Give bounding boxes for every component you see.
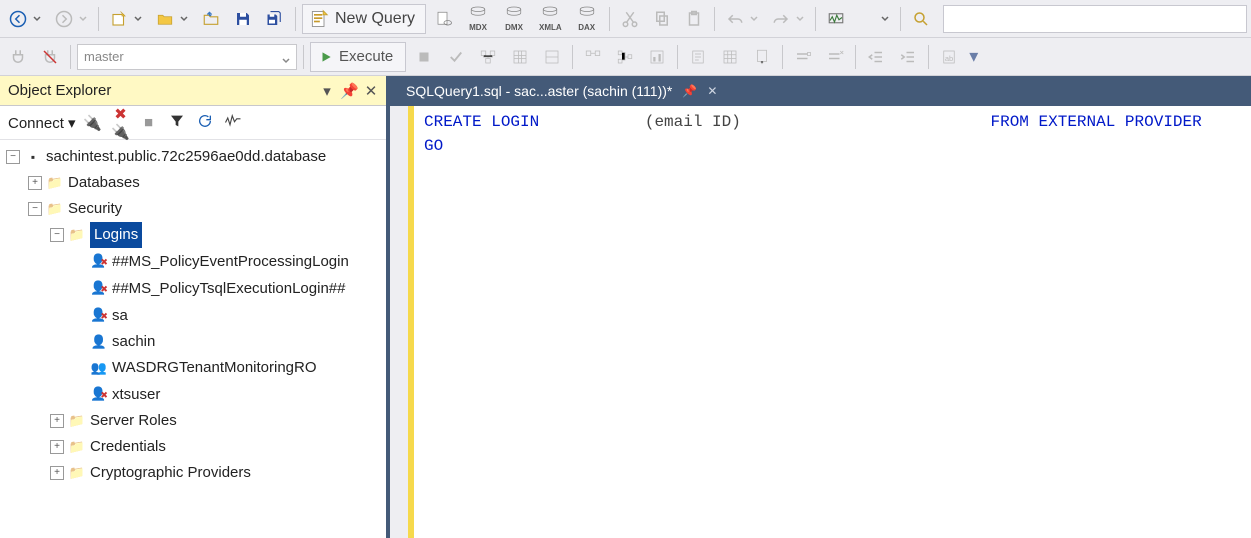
tree-crypto-node[interactable]: + Cryptographic Providers <box>6 460 386 486</box>
quick-launch-search[interactable] <box>943 5 1247 33</box>
editor-tab-title: SQLQuery1.sql - sac...aster (sachin (111… <box>406 83 672 99</box>
plan-icon[interactable] <box>474 43 502 71</box>
mdx-query-button[interactable]: MDX <box>462 5 494 33</box>
xmla-query-button[interactable]: XMLA <box>534 5 567 33</box>
dmx-query-button[interactable]: DMX <box>498 5 530 33</box>
comment-icon[interactable] <box>789 43 817 71</box>
database-combo[interactable]: master <box>77 44 297 70</box>
activity-monitor-button[interactable] <box>822 5 850 33</box>
sql-editor[interactable]: CREATE LOGIN (email ID) FROM EXTERNAL PR… <box>390 106 1251 538</box>
stop-button[interactable] <box>410 43 438 71</box>
tree-login-item[interactable]: 👤✖ ##MS_PolicyTsqlExecutionLogin## <box>6 275 386 302</box>
paste-button[interactable] <box>680 5 708 33</box>
qtype-label: DAX <box>578 23 595 32</box>
parse-button[interactable] <box>442 43 470 71</box>
sql-code[interactable]: CREATE LOGIN (email ID) FROM EXTERNAL PR… <box>408 106 1251 162</box>
pin-icon[interactable]: 📌 <box>340 82 358 100</box>
svg-text:ab: ab <box>945 53 953 62</box>
editor-tab[interactable]: SQLQuery1.sql - sac...aster (sachin (111… <box>396 76 727 106</box>
find-icon[interactable] <box>907 5 935 33</box>
undo-button[interactable] <box>721 5 763 33</box>
open-folder-button[interactable] <box>197 5 225 33</box>
nav-back-button[interactable] <box>4 5 46 33</box>
filter-icon[interactable] <box>166 113 188 133</box>
object-explorer-title: Object Explorer <box>8 82 111 99</box>
disconnect-plug-icon[interactable]: ✖🔌 <box>110 105 132 141</box>
nav-forward-button[interactable] <box>50 5 92 33</box>
new-query-label: New Query <box>335 10 415 28</box>
sql-editor-toolbar: master Execute ab ▾ <box>0 38 1251 76</box>
dax-query-button[interactable]: DAX <box>571 5 603 33</box>
save-button[interactable] <box>229 5 257 33</box>
redo-button[interactable] <box>767 5 809 33</box>
target-combo[interactable] <box>854 5 894 33</box>
tree-login-item[interactable]: 👤✖ xtsuser <box>6 381 386 408</box>
results-pane-icon[interactable] <box>538 43 566 71</box>
object-explorer-tree[interactable]: − sachintest.public.72c2596ae0dd.databas… <box>0 140 386 538</box>
indent-icon[interactable] <box>894 43 922 71</box>
outdent-icon[interactable] <box>862 43 890 71</box>
tree-security-node[interactable]: − Security <box>6 196 386 222</box>
uncomment-icon[interactable] <box>821 43 849 71</box>
file-results-icon[interactable] <box>748 43 776 71</box>
close-icon[interactable]: ✕ <box>707 84 717 98</box>
window-position-icon[interactable]: ▾ <box>318 82 336 100</box>
disconnect-plug-icon[interactable] <box>36 43 64 71</box>
qtype-label: DMX <box>505 23 523 32</box>
new-project-button[interactable] <box>105 5 147 33</box>
grid-results-icon[interactable] <box>716 43 744 71</box>
execute-label: Execute <box>339 48 393 65</box>
grid-icon[interactable] <box>506 43 534 71</box>
tree-login-item[interactable]: 👤 sachin <box>6 329 386 355</box>
refresh-icon[interactable] <box>194 113 216 133</box>
stop-square-icon[interactable]: ■ <box>138 114 160 131</box>
connect-plug-icon[interactable]: 🔌 <box>82 114 104 132</box>
execute-button[interactable]: Execute <box>310 42 406 72</box>
activity-icon[interactable] <box>222 114 244 132</box>
tree-login-item[interactable]: 👤✖ sa <box>6 302 386 329</box>
pin-icon[interactable]: 📌 <box>682 84 697 98</box>
tree-databases-node[interactable]: + Databases <box>6 170 386 196</box>
script-as-button[interactable] <box>430 5 458 33</box>
connect-dropdown[interactable]: Connect ▾ <box>8 114 76 132</box>
close-icon[interactable]: ✕ <box>362 82 380 100</box>
editor-tabstrip: SQLQuery1.sql - sac...aster (sachin (111… <box>390 76 1251 106</box>
plan2-icon[interactable] <box>579 43 607 71</box>
tree-server-roles-node[interactable]: + Server Roles <box>6 408 386 434</box>
qtype-label: XMLA <box>539 23 562 32</box>
save-all-button[interactable] <box>261 5 289 33</box>
plan3-icon[interactable] <box>611 43 639 71</box>
tree-login-item[interactable]: 👤✖ ##MS_PolicyEventProcessingLogin <box>6 248 386 275</box>
stats-icon[interactable] <box>643 43 671 71</box>
database-combo-value: master <box>84 49 124 64</box>
tree-credentials-node[interactable]: + Credentials <box>6 434 386 460</box>
new-query-button[interactable]: New Query <box>302 4 426 34</box>
object-explorer-toolbar: Connect ▾ 🔌 ✖🔌 ■ <box>0 106 386 140</box>
object-explorer-titlebar: Object Explorer ▾ 📌 ✕ <box>0 76 386 106</box>
object-explorer-panel: Object Explorer ▾ 📌 ✕ Connect ▾ 🔌 ✖🔌 ■ −… <box>0 76 390 538</box>
open-file-button[interactable] <box>151 5 193 33</box>
editor-area: SQLQuery1.sql - sac...aster (sachin (111… <box>390 76 1251 538</box>
modification-gutter <box>408 106 414 538</box>
tree-logins-node[interactable]: − Logins <box>6 222 386 248</box>
qtype-label: MDX <box>469 23 487 32</box>
tree-login-item[interactable]: 👥 WASDRGTenantMonitoringRO <box>6 355 386 381</box>
template-params-icon[interactable]: ab <box>935 43 963 71</box>
cut-button[interactable] <box>616 5 644 33</box>
main-toolbar: New Query MDX DMX XMLA DAX <box>0 0 1251 38</box>
tree-server-node[interactable]: − sachintest.public.72c2596ae0dd.databas… <box>6 144 386 170</box>
connect-plug-icon[interactable] <box>4 43 32 71</box>
copy-button[interactable] <box>648 5 676 33</box>
toolbar-overflow-icon[interactable]: ▾ <box>969 46 978 67</box>
text-results-icon[interactable] <box>684 43 712 71</box>
